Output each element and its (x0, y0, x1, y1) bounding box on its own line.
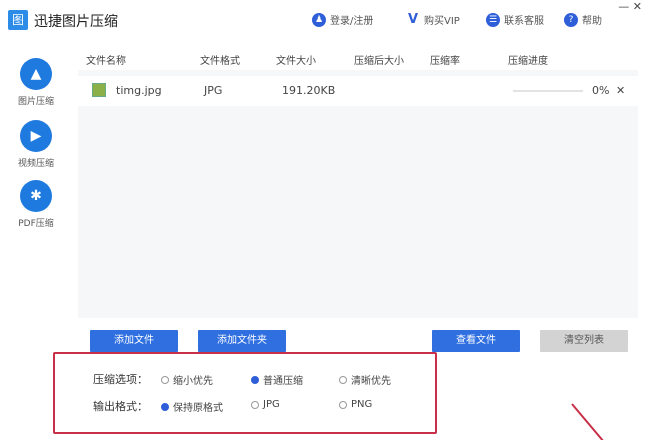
file-size: 191.20KB (282, 84, 336, 97)
image-icon: ▲ (20, 58, 52, 90)
radio-compress-1[interactable]: 普通压缩 (251, 372, 303, 387)
radio-format-2[interactable]: PNG (339, 399, 372, 410)
sidebar-label: PDF压缩 (18, 219, 54, 229)
service-icon: ☰ (486, 12, 500, 27)
compress-options-label: 压缩选项： (93, 373, 148, 386)
output-format-label: 输出格式： (93, 400, 148, 413)
progress-text: 0% (592, 84, 610, 97)
radio-icon (251, 375, 259, 384)
image-file-icon (92, 83, 106, 97)
service-label: 联系客服 (504, 16, 544, 27)
radio-icon (161, 375, 169, 384)
radio-icon (161, 402, 169, 411)
file-table: 文件名称 文件格式 文件大小 压缩后大小 压缩率 压缩进度 timg.jpg J… (78, 48, 638, 318)
help-button[interactable]: ? 帮助 (564, 12, 602, 27)
login-label: 登录/注册 (330, 16, 374, 27)
add-folder-button[interactable]: 添加文件夹 (198, 330, 286, 352)
col-size: 文件大小 (276, 56, 316, 67)
add-file-button[interactable]: 添加文件 (90, 330, 178, 352)
col-name: 文件名称 (86, 56, 126, 67)
sidebar-label: 图片压缩 (17, 97, 54, 107)
col-ratio: 压缩率 (430, 56, 460, 67)
radio-format-0[interactable]: 保持原格式 (161, 399, 223, 414)
help-label: 帮助 (582, 16, 602, 27)
view-file-button[interactable]: 查看文件 (432, 330, 520, 352)
col-format: 文件格式 (200, 56, 240, 67)
col-compressed: 压缩后大小 (354, 56, 404, 67)
remove-file-icon[interactable]: ✕ (616, 84, 625, 97)
pdf-icon: ✱ (20, 180, 52, 212)
radio-format-1[interactable]: JPG (251, 399, 280, 410)
vip-label: 购买VIP (424, 16, 460, 27)
annotation-arrow (571, 403, 604, 440)
radio-label: 保持原格式 (173, 403, 223, 414)
radio-icon (339, 375, 347, 384)
sidebar-item-pdf[interactable]: ✱ PDF压缩 (0, 180, 72, 229)
radio-icon (251, 400, 259, 409)
user-icon: ♟ (312, 12, 326, 27)
radio-compress-0[interactable]: 缩小优先 (161, 372, 213, 387)
login-button[interactable]: ♟ 登录/注册 (312, 12, 373, 27)
progress-bar (513, 90, 583, 92)
radio-label: 清晰优先 (351, 376, 391, 387)
app-logo: 图 (8, 10, 28, 30)
file-name: timg.jpg (116, 84, 162, 97)
sidebar-item-image[interactable]: ▲ 图片压缩 (0, 58, 72, 107)
minimize-button[interactable]: — (618, 0, 629, 13)
sidebar-item-video[interactable]: ▶ 视频压缩 (0, 120, 72, 169)
help-icon: ? (564, 12, 578, 27)
col-progress: 压缩进度 (508, 56, 548, 67)
radio-label: PNG (351, 399, 373, 410)
sidebar-label: 视频压缩 (17, 159, 54, 169)
table-row[interactable]: timg.jpg JPG 191.20KB 0% ✕ (78, 76, 638, 106)
buy-vip-button[interactable]: V 购买VIP (406, 12, 460, 27)
options-panel: 压缩选项： 输出格式： 缩小优先 普通压缩 清晰优先 保持原格式 JPG PNG (53, 352, 437, 434)
contact-service-button[interactable]: ☰ 联系客服 (486, 12, 544, 27)
radio-label: 缩小优先 (173, 376, 213, 387)
vip-icon: V (407, 11, 419, 27)
file-format: JPG (204, 84, 223, 97)
radio-compress-2[interactable]: 清晰优先 (339, 372, 391, 387)
radio-icon (339, 400, 347, 409)
radio-label: 普通压缩 (263, 376, 303, 387)
clear-list-button[interactable]: 清空列表 (540, 330, 628, 352)
play-icon: ▶ (20, 120, 52, 152)
window-controls: — ✕ (618, 0, 642, 13)
app-title: 迅捷图片压缩 (34, 14, 118, 30)
arrow-line (571, 403, 604, 440)
close-button[interactable]: ✕ (633, 0, 642, 13)
radio-label: JPG (263, 399, 280, 410)
